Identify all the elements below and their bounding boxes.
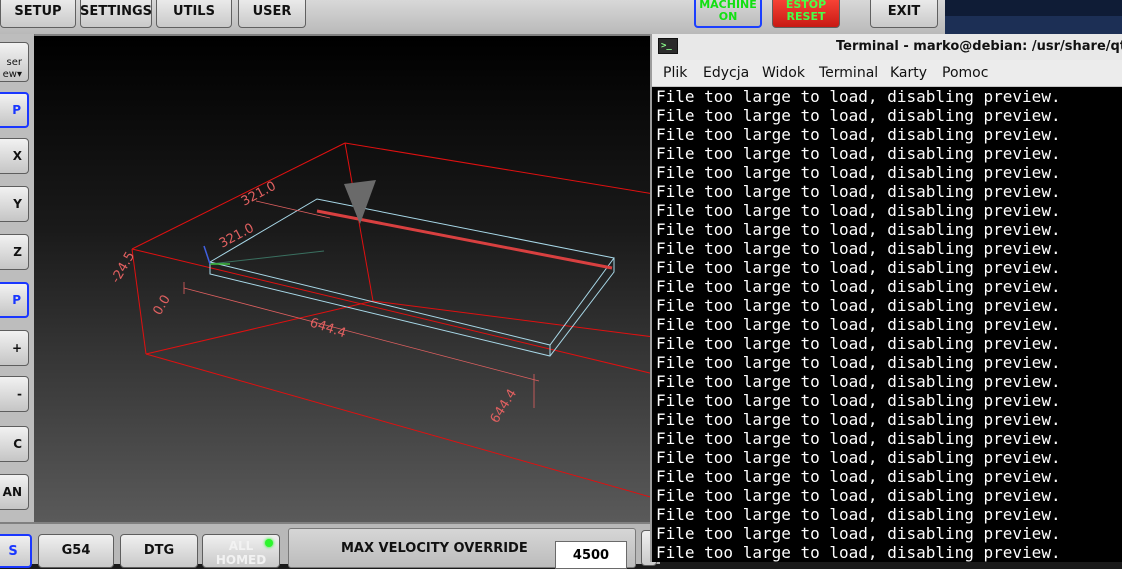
terminal-line: File too large to load, disabling previe… [656,315,1061,334]
terminal-titlebar[interactable]: >_ Terminal - marko@debian: /usr/share/q… [652,34,1122,61]
dim-label-zero: 0.0 [150,293,173,318]
menu-widok[interactable]: Widok [762,65,805,81]
max-velocity-panel: MAX VELOCITY OVERRIDE 4500 [288,528,636,569]
chevron-down-icon: ▾ [16,69,22,80]
max-velocity-value[interactable]: 4500 [555,541,627,569]
rapid-move [209,250,325,265]
terminal-line: File too large to load, disabling previe… [656,182,1061,201]
preview-drawing: 321.0 321.0 644.4 644.4 0.0 -24.5 [108,142,654,499]
view-x-button[interactable]: X [0,138,29,174]
terminal-line: File too large to load, disabling previe… [656,467,1061,486]
dim-label-644a: 644.4 [308,316,348,342]
terminal-title: Terminal - marko@debian: /usr/share/qtvc… [836,39,1122,54]
terminal-line: File too large to load, disabling previe… [656,220,1061,239]
view-p2-button[interactable]: P [0,282,29,318]
bottom-toolbar: S G54 DTG ALL HOMED MAX VELOCITY OVERRID… [0,522,660,569]
terminal-icon: >_ [658,38,678,54]
terminal-line: File too large to load, disabling previe… [656,106,1061,125]
menu-pomoc[interactable]: Pomoc [942,65,988,81]
gcode-preview-viewport[interactable]: 321.0 321.0 644.4 644.4 0.0 -24.5 [34,36,654,522]
terminal-line: File too large to load, disabling previe… [656,429,1061,448]
terminal-line: File too large to load, disabling previe… [656,296,1061,315]
setup-button[interactable]: SETUP [0,0,76,28]
terminal-line: File too large to load, disabling previe… [656,505,1061,524]
terminal-line: File too large to load, disabling previe… [656,372,1061,391]
terminal-line: File too large to load, disabling previe… [656,239,1061,258]
menu-karty[interactable]: Karty [890,65,927,81]
pan-button[interactable]: AN [0,474,29,510]
dim-label-644b: 644.4 [488,387,520,427]
terminal-output[interactable]: File too large to load, disabling previe… [656,87,1122,562]
g54-button[interactable]: G54 [38,534,114,568]
terminal-line: File too large to load, disabling previe… [656,144,1061,163]
menu-edycja[interactable]: Edycja [703,65,749,81]
zoom-in-button[interactable]: + [0,330,29,366]
max-velocity-label: MAX VELOCITY OVERRIDE [341,541,528,556]
user-view-label-1: ser [6,57,22,68]
terminal-line: File too large to load, disabling previe… [656,391,1061,410]
left-sidebar: ser ew▾ P X Y Z P + - C AN [0,34,35,562]
zoom-out-button[interactable]: - [0,376,29,412]
terminal-window[interactable]: >_ Terminal - marko@debian: /usr/share/q… [650,34,1122,562]
estop-reset-button[interactable]: ESTOP RESET [772,0,840,28]
homed-led-icon [265,539,273,547]
machine-on-label-2: ON [718,10,738,23]
all-homed-label-1: ALL [228,539,254,553]
terminal-line: File too large to load, disabling previe… [656,163,1061,182]
desktop-panel [945,16,1122,34]
view-p-button[interactable]: P [0,92,29,128]
user-view-button[interactable]: ser ew▾ [0,42,29,82]
exit-button[interactable]: EXIT [870,0,938,28]
menu-terminal[interactable]: Terminal [819,65,878,81]
dimension-labels: 321.0 321.0 644.4 644.4 0.0 -24.5 [108,179,520,426]
dim-label-321b: 321.0 [217,221,257,252]
terminal-line: File too large to load, disabling previe… [656,410,1061,429]
machine-on-button[interactable]: MACHINE ON [694,0,762,28]
top-toolbar: SETUP SETTINGS UTILS USER MACHINE ON EST… [0,0,945,36]
dtg-button[interactable]: DTG [120,534,198,568]
desktop-background [945,0,1122,34]
terminal-line: File too large to load, disabling previe… [656,353,1061,372]
terminal-line: File too large to load, disabling previe… [656,543,1061,562]
terminal-line: File too large to load, disabling previe… [656,277,1061,296]
machine-limits-box [131,142,654,499]
all-homed-button[interactable]: ALL HOMED [202,534,280,568]
dro-mode-button[interactable]: S [0,534,32,568]
terminal-line: File too large to load, disabling previe… [656,125,1061,144]
terminal-line: File too large to load, disabling previe… [656,201,1061,220]
utils-button[interactable]: UTILS [156,0,232,28]
view-z-button[interactable]: Z [0,234,29,270]
estop-label-2: RESET [786,10,826,23]
terminal-line: File too large to load, disabling previe… [656,334,1061,353]
user-button[interactable]: USER [238,0,306,28]
terminal-menubar: Plik Edycja Widok Terminal Karty Pomoc [652,60,1122,87]
terminal-line: File too large to load, disabling previe… [656,258,1061,277]
menu-plik[interactable]: Plik [663,65,687,81]
settings-button[interactable]: SETTINGS [80,0,152,28]
dim-label-neg: -24.5 [108,249,138,286]
terminal-line: File too large to load, disabling previe… [656,524,1061,543]
terminal-line: File too large to load, disabling previe… [656,87,1061,106]
user-view-label-2: ew▾ [2,69,22,80]
terminal-line: File too large to load, disabling previe… [656,486,1061,505]
all-homed-label-2: HOMED [215,553,267,567]
clear-button[interactable]: C [0,426,29,462]
view-y-button[interactable]: Y [0,186,29,222]
stock-box [208,198,615,357]
terminal-line: File too large to load, disabling previe… [656,448,1061,467]
